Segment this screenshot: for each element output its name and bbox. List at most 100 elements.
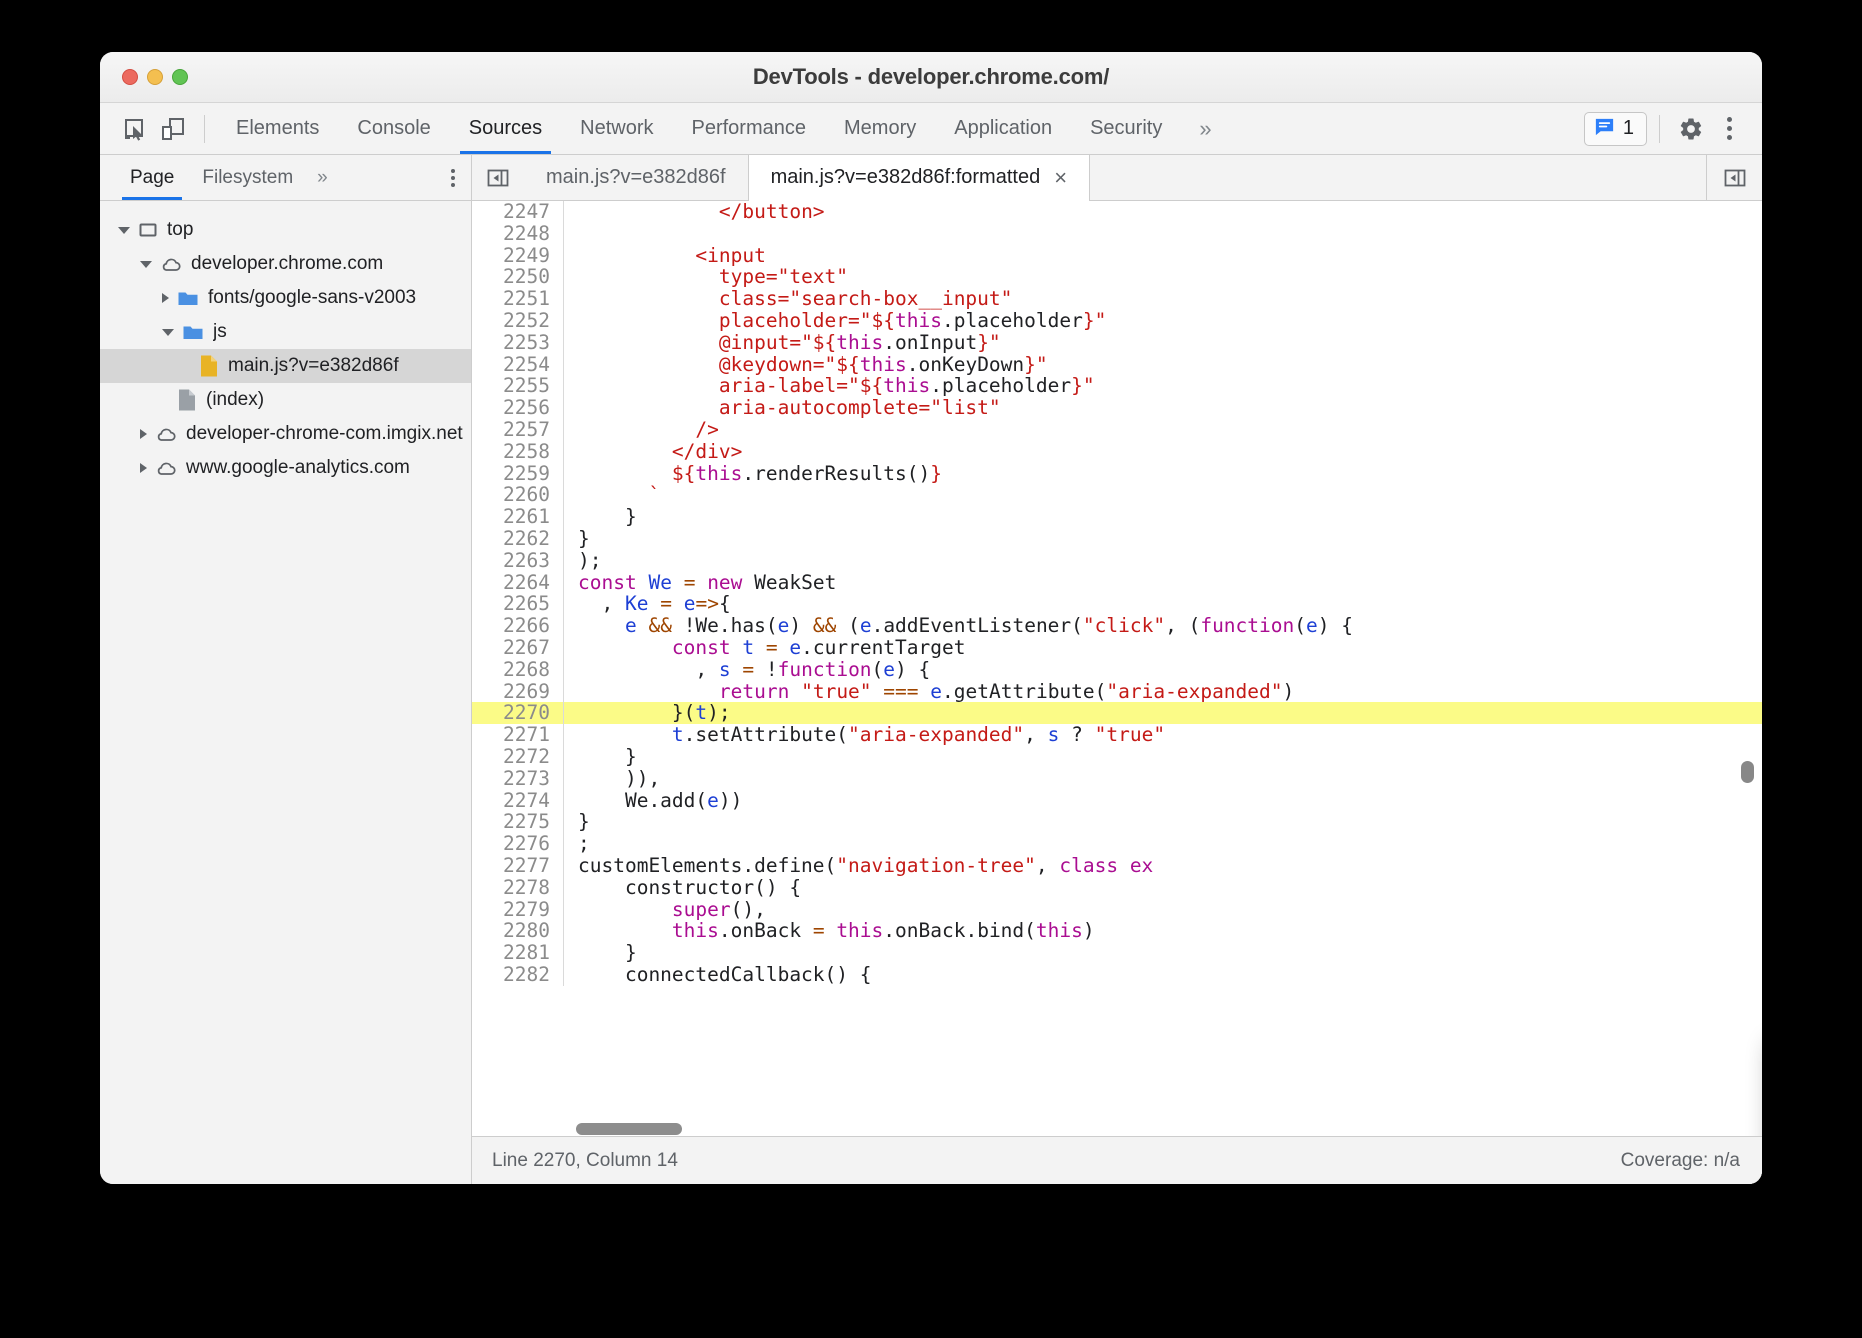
code-line[interactable]: 2272 }: [472, 746, 1762, 768]
code-line[interactable]: 2281 }: [472, 942, 1762, 964]
code-line[interactable]: 2253 @input="${this.onInput}": [472, 332, 1762, 354]
code-line[interactable]: 2273 )),: [472, 768, 1762, 790]
line-number[interactable]: 2265: [472, 593, 564, 615]
line-number[interactable]: 2264: [472, 572, 564, 594]
line-number[interactable]: 2278: [472, 877, 564, 899]
tab-performance[interactable]: Performance: [673, 103, 826, 154]
code-line[interactable]: 2265 , Ke = e=>{: [472, 593, 1762, 615]
line-number[interactable]: 2254: [472, 354, 564, 376]
chevron-down-icon[interactable]: [140, 261, 152, 268]
code-editor[interactable]: 2247 </button>22482249 <input2250 type="…: [472, 201, 1762, 1136]
tree-item-google-analytics[interactable]: www.google-analytics.com: [100, 451, 471, 485]
show-debugger-sidebar-icon[interactable]: [1706, 155, 1762, 200]
code-line[interactable]: 2255 aria-label="${this.placeholder}": [472, 375, 1762, 397]
code-line[interactable]: 2270 }(t);: [472, 702, 1762, 724]
line-number[interactable]: 2271: [472, 724, 564, 746]
previous-tabs-icon[interactable]: [472, 155, 524, 200]
chevron-right-icon[interactable]: [162, 293, 169, 303]
line-number[interactable]: 2269: [472, 681, 564, 703]
line-number[interactable]: 2247: [472, 201, 564, 223]
line-number[interactable]: 2262: [472, 528, 564, 550]
chevron-right-icon[interactable]: [140, 429, 147, 439]
line-number[interactable]: 2267: [472, 637, 564, 659]
code-line[interactable]: 2269 return "true" === e.getAttribute("a…: [472, 681, 1762, 703]
device-toolbar-icon[interactable]: [154, 112, 192, 146]
line-number[interactable]: 2259: [472, 463, 564, 485]
code-line[interactable]: 2271 t.setAttribute("aria-expanded", s ?…: [472, 724, 1762, 746]
tree-item-main-js[interactable]: main.js?v=e382d86f: [100, 349, 471, 383]
code-line[interactable]: 2264const We = new WeakSet: [472, 572, 1762, 594]
line-number[interactable]: 2272: [472, 746, 564, 768]
code-line[interactable]: 2274 We.add(e)): [472, 790, 1762, 812]
code-line[interactable]: 2251 class="search-box__input": [472, 288, 1762, 310]
chevron-down-icon[interactable]: [118, 227, 130, 234]
code-line[interactable]: 2277customElements.define("navigation-tr…: [472, 855, 1762, 877]
tab-application[interactable]: Application: [935, 103, 1071, 154]
message-count-badge[interactable]: 1: [1584, 112, 1647, 146]
line-number[interactable]: 2261: [472, 506, 564, 528]
tab-sources[interactable]: Sources: [450, 103, 561, 154]
code-line[interactable]: 2247 </button>: [472, 201, 1762, 223]
tab-elements[interactable]: Elements: [217, 103, 338, 154]
line-number[interactable]: 2274: [472, 790, 564, 812]
close-icon[interactable]: ×: [1054, 167, 1067, 189]
code-line[interactable]: 2263);: [472, 550, 1762, 572]
line-number[interactable]: 2268: [472, 659, 564, 681]
line-number[interactable]: 2249: [472, 245, 564, 267]
line-number[interactable]: 2255: [472, 375, 564, 397]
tree-item-fonts-google-sans[interactable]: fonts/google-sans-v2003: [100, 281, 471, 315]
tab-security[interactable]: Security: [1071, 103, 1181, 154]
kebab-menu-icon[interactable]: [1710, 112, 1748, 146]
line-number[interactable]: 2256: [472, 397, 564, 419]
code-line[interactable]: 2279 super(),: [472, 899, 1762, 921]
line-number[interactable]: 2280: [472, 920, 564, 942]
inspect-element-icon[interactable]: [116, 112, 154, 146]
code-line[interactable]: 2252 placeholder="${this.placeholder}": [472, 310, 1762, 332]
line-number[interactable]: 2276: [472, 833, 564, 855]
code-line[interactable]: 2276;: [472, 833, 1762, 855]
line-number[interactable]: 2251: [472, 288, 564, 310]
line-number[interactable]: 2279: [472, 899, 564, 921]
line-number[interactable]: 2273: [472, 768, 564, 790]
more-panels-icon[interactable]: »: [1181, 116, 1229, 142]
code-line[interactable]: 2259 ${this.renderResults()}: [472, 463, 1762, 485]
tab-network[interactable]: Network: [561, 103, 672, 154]
editor-tab-main-js[interactable]: main.js?v=e382d86f: [524, 155, 748, 200]
nav-tab-filesystem[interactable]: Filesystem: [188, 155, 307, 200]
line-number[interactable]: 2277: [472, 855, 564, 877]
line-number[interactable]: 2270: [472, 702, 564, 724]
code-line[interactable]: 2262}: [472, 528, 1762, 550]
code-line[interactable]: 2260 `: [472, 484, 1762, 506]
chevron-right-icon[interactable]: [140, 463, 147, 473]
navigator-more-options-icon[interactable]: [451, 169, 455, 187]
line-number[interactable]: 2281: [472, 942, 564, 964]
line-number[interactable]: 2252: [472, 310, 564, 332]
tree-item-top[interactable]: top: [100, 213, 471, 247]
editor-tab-main-js-formatted[interactable]: main.js?v=e382d86f:formatted ×: [748, 155, 1090, 200]
code-line[interactable]: 2257 />: [472, 419, 1762, 441]
code-line[interactable]: 2256 aria-autocomplete="list": [472, 397, 1762, 419]
code-line[interactable]: 2248: [472, 223, 1762, 245]
vertical-scrollbar-thumb[interactable]: [1741, 761, 1754, 783]
tree-item-js[interactable]: js: [100, 315, 471, 349]
line-number[interactable]: 2248: [472, 223, 564, 245]
code-line[interactable]: 2254 @keydown="${this.onKeyDown}": [472, 354, 1762, 376]
line-number[interactable]: 2250: [472, 266, 564, 288]
code-line[interactable]: 2275}: [472, 811, 1762, 833]
horizontal-scrollbar-thumb[interactable]: [576, 1123, 682, 1135]
code-line[interactable]: 2266 e && !We.has(e) && (e.addEventListe…: [472, 615, 1762, 637]
code-line[interactable]: 2278 constructor() {: [472, 877, 1762, 899]
code-line[interactable]: 2249 <input: [472, 245, 1762, 267]
tab-console[interactable]: Console: [338, 103, 449, 154]
line-number[interactable]: 2282: [472, 964, 564, 986]
code-line[interactable]: 2261 }: [472, 506, 1762, 528]
more-navigator-tabs-icon[interactable]: »: [307, 167, 338, 189]
code-line[interactable]: 2267 const t = e.currentTarget: [472, 637, 1762, 659]
line-number[interactable]: 2253: [472, 332, 564, 354]
line-number[interactable]: 2260: [472, 484, 564, 506]
tree-item-imgix-net[interactable]: developer-chrome-com.imgix.net: [100, 417, 471, 451]
line-number[interactable]: 2258: [472, 441, 564, 463]
code-line[interactable]: 2268 , s = !function(e) {: [472, 659, 1762, 681]
code-line[interactable]: 2280 this.onBack = this.onBack.bind(this…: [472, 920, 1762, 942]
nav-tab-page[interactable]: Page: [116, 155, 188, 200]
